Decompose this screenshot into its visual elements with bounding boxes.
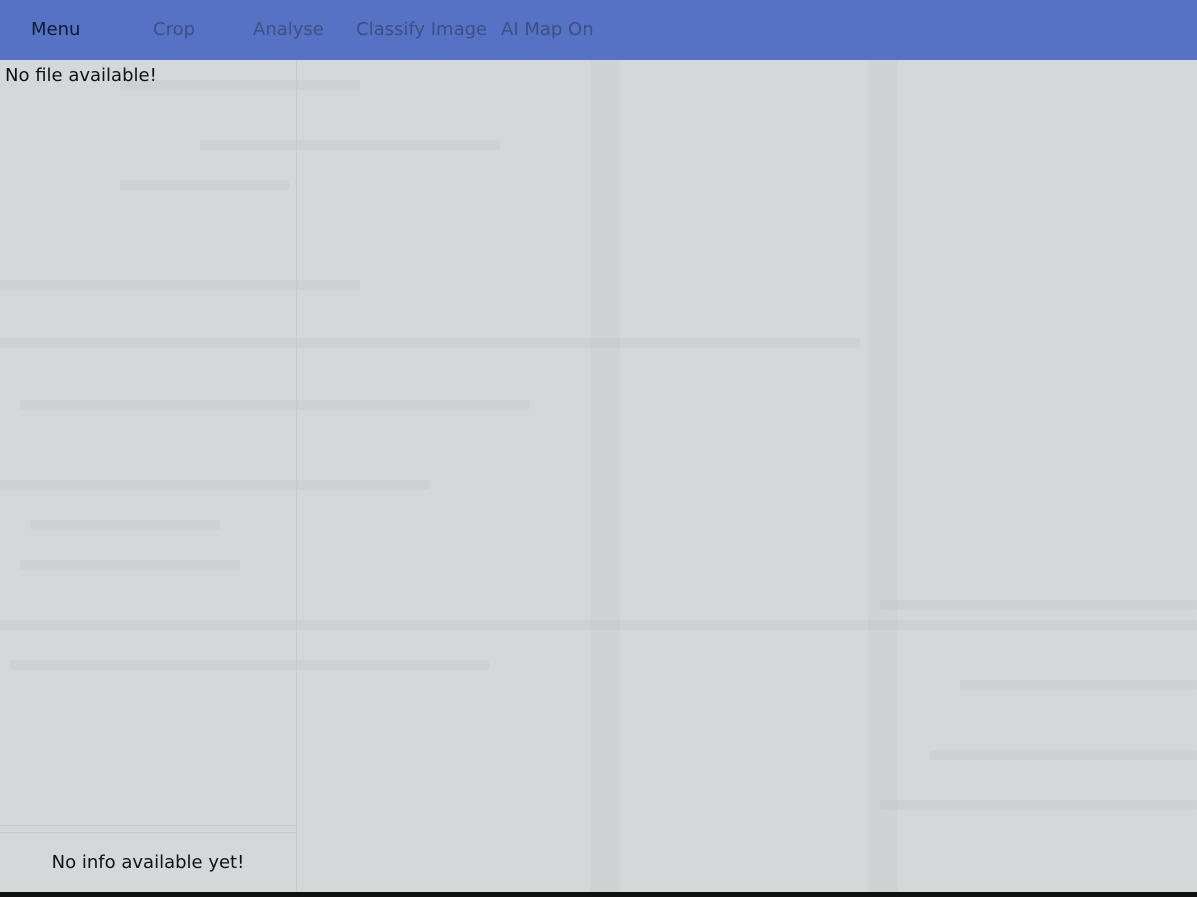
classify-image-button[interactable]: Classify Image — [356, 19, 487, 41]
analyse-button[interactable]: Analyse — [253, 19, 324, 41]
menu-button[interactable]: Menu — [31, 19, 80, 41]
app-window: Menu Crop Analyse Classify Image AI Map … — [0, 0, 1197, 897]
bottom-edge — [0, 892, 1197, 897]
ai-map-toggle[interactable]: AI Map On — [501, 19, 594, 41]
info-status-text: No info available yet! — [51, 851, 245, 873]
info-panel: No info available yet! — [0, 832, 296, 892]
file-status-text: No file available! — [5, 65, 157, 86]
top-toolbar: Menu Crop Analyse Classify Image AI Map … — [0, 0, 1197, 60]
crop-button[interactable]: Crop — [153, 19, 195, 41]
file-sidebar: No file available! No info available yet… — [0, 60, 297, 892]
